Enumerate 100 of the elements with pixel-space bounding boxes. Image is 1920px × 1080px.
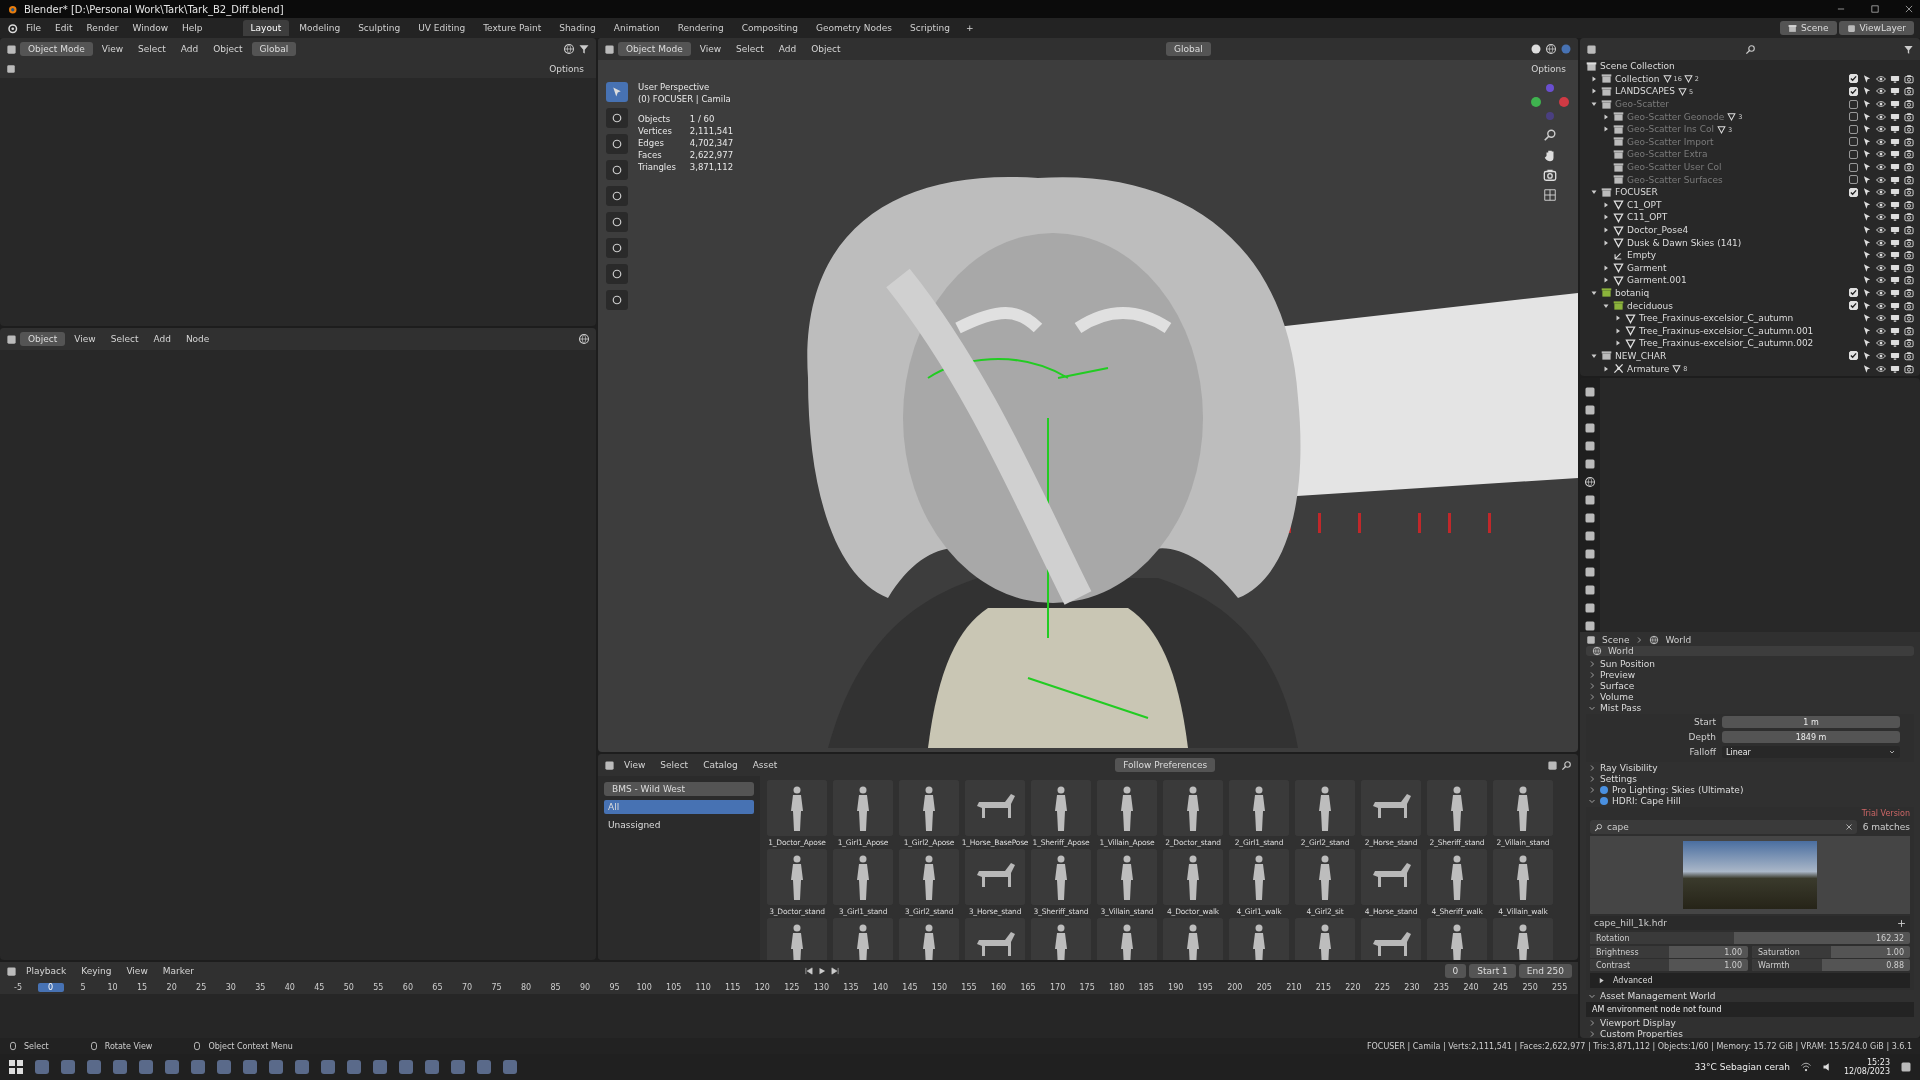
panel-header[interactable]: Surface <box>1586 681 1914 691</box>
category-list-item[interactable]: All <box>604 800 754 814</box>
current-frame-field[interactable]: 0 <box>1444 964 1467 978</box>
rotation-slider[interactable]: Rotation 162.32 <box>1590 932 1910 944</box>
monitor-icon[interactable] <box>1890 225 1900 235</box>
outliner-item-name[interactable]: Collection <box>1615 73 1660 84</box>
outliner-item-name[interactable]: Armature <box>1627 363 1670 374</box>
scene-selector[interactable]: Scene <box>1780 21 1837 35</box>
search-icon[interactable] <box>1561 759 1572 771</box>
menu-item[interactable]: Render <box>80 21 125 35</box>
visibility-eye-icon[interactable] <box>1876 350 1886 361</box>
maximize-icon[interactable] <box>1870 4 1880 14</box>
expand-arrow-icon[interactable] <box>1590 87 1598 96</box>
mode-dropdown[interactable]: Object Mode <box>618 42 691 56</box>
visibility-eye-icon[interactable] <box>1876 363 1886 374</box>
menu-item[interactable]: Edit <box>49 21 79 35</box>
selectable-pointer-icon[interactable] <box>1862 363 1872 374</box>
monitor-icon[interactable] <box>1890 136 1900 147</box>
expand-arrow-icon[interactable] <box>1602 263 1610 272</box>
value-slider[interactable]: Brightness 1.00 <box>1590 946 1748 958</box>
value-slider[interactable]: Contrast 1.00 <box>1590 959 1748 971</box>
checkbox[interactable] <box>1849 124 1858 134</box>
monitor-icon[interactable] <box>1890 99 1900 110</box>
selectable-pointer-icon[interactable] <box>1862 325 1872 336</box>
panel-header[interactable]: Volume <box>1586 692 1914 702</box>
selectable-pointer-icon[interactable] <box>1862 149 1872 160</box>
visibility-eye-icon[interactable] <box>1876 237 1886 248</box>
monitor-icon[interactable] <box>1890 300 1900 311</box>
grid-icon[interactable] <box>1543 188 1557 202</box>
select-tool-icon[interactable] <box>606 82 628 102</box>
visibility-eye-icon[interactable] <box>1876 325 1886 336</box>
menu-item[interactable]: View <box>68 332 102 346</box>
visibility-eye-icon[interactable] <box>1876 313 1886 324</box>
panel-header[interactable]: Mist Pass <box>1586 703 1914 713</box>
monitor-icon[interactable] <box>1890 288 1900 298</box>
selectable-pointer-icon[interactable] <box>1862 174 1872 185</box>
breadcrumb-item[interactable]: World <box>1665 635 1692 645</box>
camera-icon[interactable] <box>1904 338 1914 349</box>
outliner-item-name[interactable]: Tree_Fraxinus-excelsior_C_autumn.002 <box>1639 338 1814 349</box>
monitor-icon[interactable] <box>1890 262 1900 273</box>
camera-icon[interactable] <box>1904 162 1914 173</box>
checkbox[interactable] <box>1849 149 1858 159</box>
menu-item[interactable]: Marker <box>156 964 200 978</box>
menu-item[interactable]: Keying <box>75 964 118 978</box>
workspace-tab[interactable]: Rendering <box>669 20 732 36</box>
camera-icon[interactable] <box>1904 225 1914 235</box>
orientation-dropdown[interactable]: Global <box>251 42 297 56</box>
outliner-item-name[interactable]: deciduous <box>1627 300 1673 311</box>
jump-end-icon[interactable] <box>830 966 841 976</box>
selectable-pointer-icon[interactable] <box>1862 86 1872 97</box>
visibility-eye-icon[interactable] <box>1876 338 1886 349</box>
object-dropdown[interactable]: Object <box>20 332 66 346</box>
camera-icon[interactable] <box>1904 350 1914 361</box>
expand-arrow-icon[interactable] <box>1614 314 1622 323</box>
visibility-eye-icon[interactable] <box>1876 99 1886 110</box>
menu-item[interactable]: View <box>120 964 154 978</box>
camera-icon[interactable] <box>1904 250 1914 261</box>
selectable-pointer-icon[interactable] <box>1862 250 1872 261</box>
panel-header[interactable]: Pro Lighting: Skies (Ultimate) <box>1586 785 1914 795</box>
camera-icon[interactable] <box>1904 212 1914 223</box>
photo-placeholder[interactable] <box>1683 841 1817 909</box>
selectable-pointer-icon[interactable] <box>1862 162 1872 173</box>
overlay-icon[interactable] <box>578 333 590 345</box>
workspace-tab[interactable]: Compositing <box>733 20 807 36</box>
visibility-eye-icon[interactable] <box>1876 212 1886 223</box>
panel-header[interactable]: Settings <box>1586 774 1914 784</box>
selectable-pointer-icon[interactable] <box>1862 111 1872 122</box>
expand-arrow-icon[interactable] <box>1602 226 1610 234</box>
monitor-icon[interactable] <box>1890 350 1900 361</box>
outliner-item-name[interactable]: C11_OPT <box>1627 212 1668 223</box>
monitor-icon[interactable] <box>1890 187 1900 198</box>
workspace-tab[interactable]: Texture Paint <box>475 20 550 36</box>
weather-text[interactable]: 33°C Sebagian cerah <box>1694 1062 1790 1072</box>
start-frame-field[interactable]: Start 1 <box>1469 964 1516 978</box>
menu-item[interactable]: Window <box>126 21 175 35</box>
panel-header[interactable]: Ray Visibility <box>1586 763 1914 773</box>
visibility-eye-icon[interactable] <box>1876 262 1886 273</box>
visibility-eye-icon[interactable] <box>1876 111 1886 122</box>
visibility-eye-icon[interactable] <box>1876 300 1886 311</box>
options-menu[interactable]: Options <box>543 62 590 76</box>
panel-header[interactable]: Sun Position <box>1586 659 1914 669</box>
selectable-pointer-icon[interactable] <box>1862 237 1872 248</box>
expand-arrow-icon[interactable] <box>1602 238 1610 247</box>
expand-arrow-icon[interactable] <box>1614 339 1622 348</box>
outliner-item-name[interactable]: Geo-Scatter Geonode <box>1627 111 1725 122</box>
selectable-pointer-icon[interactable] <box>1862 136 1872 147</box>
expand-arrow-icon[interactable] <box>1590 289 1598 297</box>
filter-icon[interactable] <box>1903 43 1914 55</box>
workspace-tab[interactable]: Geometry Nodes <box>808 20 900 36</box>
camera-icon[interactable] <box>1904 136 1914 147</box>
workspace-tab[interactable]: Shading <box>551 20 604 36</box>
menu-item[interactable]: Asset <box>746 758 784 772</box>
camera-icon[interactable] <box>1904 325 1914 336</box>
outliner-item-name[interactable]: Geo-Scatter Import <box>1627 136 1714 147</box>
menu-item[interactable]: File <box>20 21 48 35</box>
visibility-eye-icon[interactable] <box>1876 124 1886 135</box>
expand-arrow-icon[interactable] <box>1602 125 1610 134</box>
category-list-item[interactable]: Unassigned <box>604 818 754 832</box>
monitor-icon[interactable] <box>1890 275 1900 286</box>
selectable-pointer-icon[interactable] <box>1862 262 1872 273</box>
